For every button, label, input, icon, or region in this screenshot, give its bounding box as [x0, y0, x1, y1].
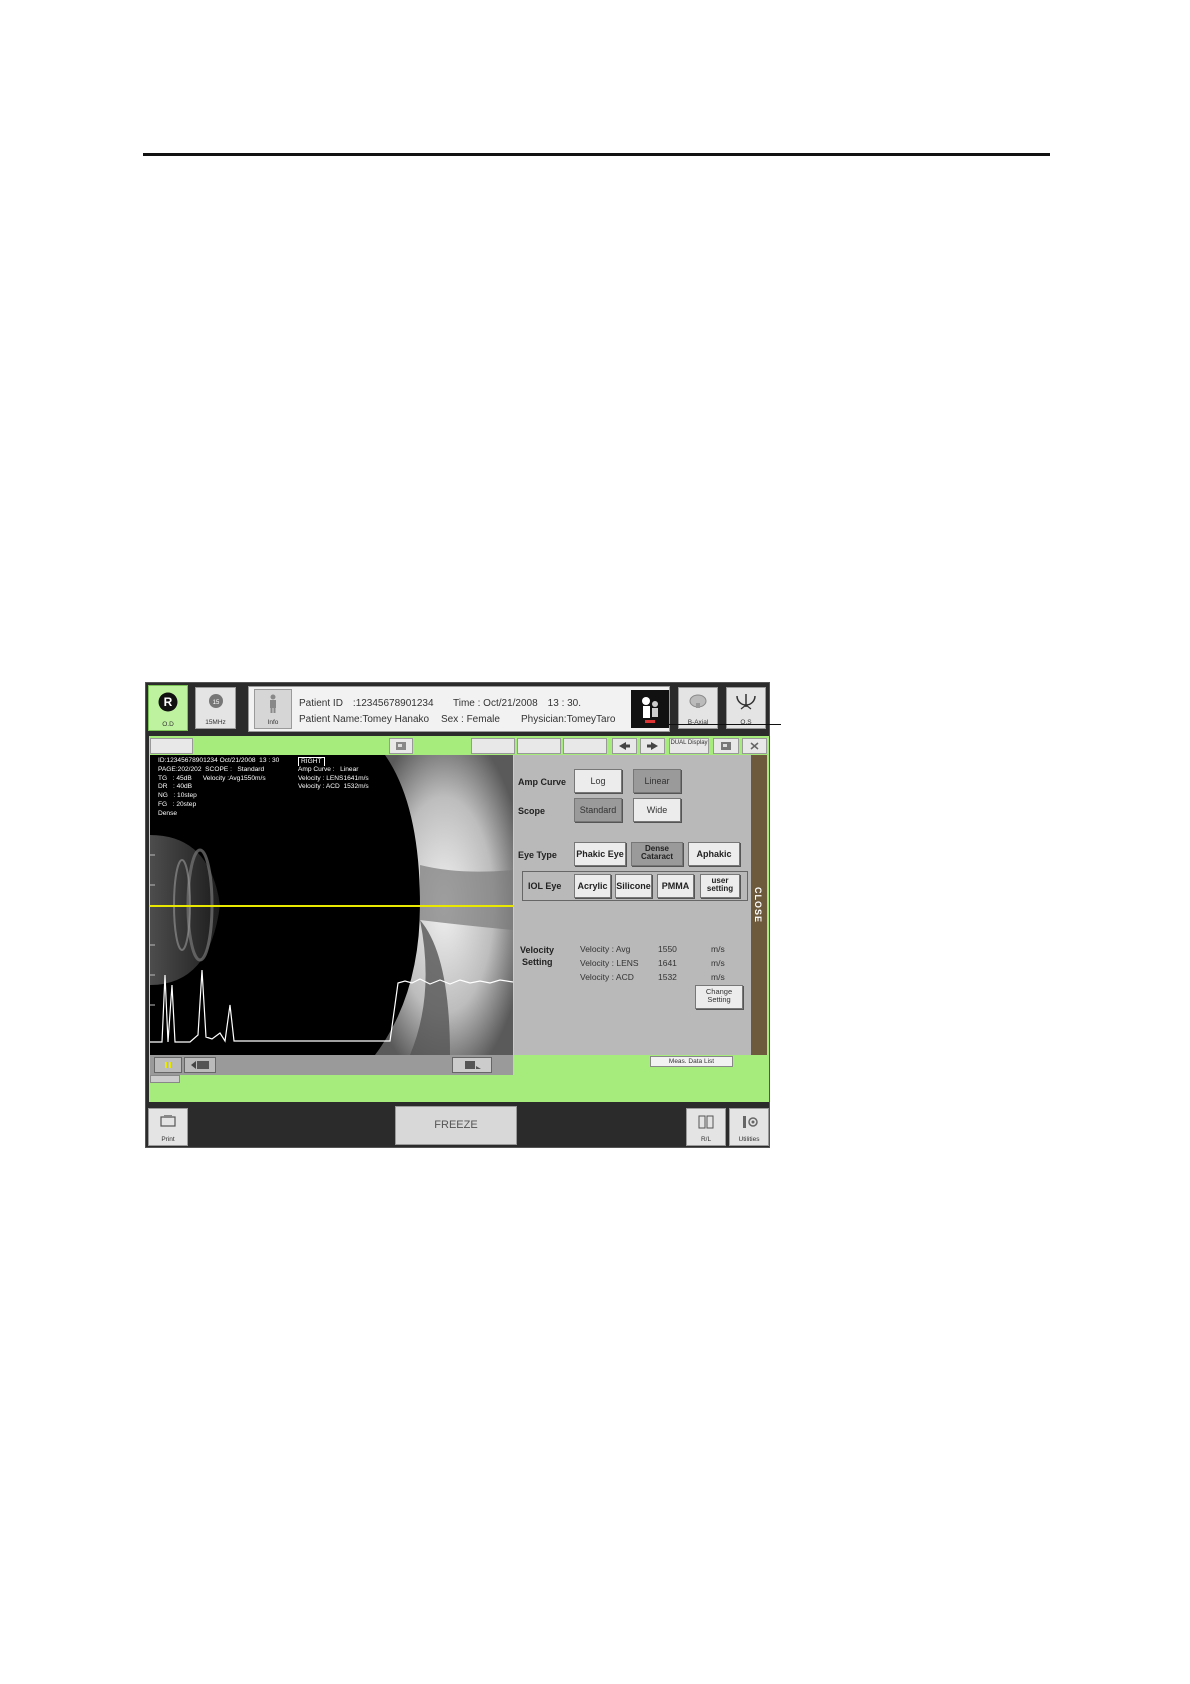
os-button[interactable]: O.S: [726, 687, 766, 729]
operator-icon[interactable]: [631, 690, 669, 728]
user-setting-button[interactable]: user setting: [700, 874, 740, 898]
info-label: Info: [267, 719, 279, 726]
velocity-avg-value: 1550: [658, 944, 677, 954]
image-tab-3[interactable]: [517, 738, 561, 754]
arrow-left-icon: [619, 742, 630, 750]
patient-id: Patient ID :12345678901234: [299, 698, 434, 709]
velocity-acd-unit: m/s: [711, 972, 725, 982]
dual-display-button[interactable]: DUAL Display: [669, 738, 709, 754]
pause-icon: [165, 1062, 171, 1068]
pause-button[interactable]: [154, 1057, 182, 1073]
print-label: Print: [161, 1136, 175, 1143]
page-header-rule: [143, 153, 1050, 156]
physician: Physician:TomeyTaro: [521, 714, 616, 725]
next-page-button[interactable]: [640, 738, 665, 754]
image-tab-1[interactable]: [150, 738, 193, 754]
print-icon: [160, 1115, 176, 1127]
settings-panel: Amp Curve Log Linear Scope Standard Wide…: [514, 755, 751, 1055]
image-tab-2[interactable]: [471, 738, 515, 754]
ultrasound-screen: R O.D 15 15MHz Info Patient ID :12345678…: [145, 682, 770, 1148]
rl-switch-icon: [698, 1115, 714, 1129]
b-axial-button[interactable]: B-Axial: [678, 687, 718, 729]
velocity-lens-value: 1641: [658, 958, 677, 968]
cine-button[interactable]: [184, 1057, 216, 1073]
phakic-eye-button[interactable]: Phakic Eye: [574, 842, 626, 866]
meas-data-list-button[interactable]: Meas. Data List: [650, 1056, 733, 1067]
velocity-acd-name: Velocity : ACD: [580, 972, 634, 982]
close-icon: [750, 742, 759, 750]
save-icon: [465, 1061, 481, 1069]
amp-log-button[interactable]: Log: [574, 769, 622, 793]
overlay-left-block: PAGE:202/202 SCOPE : Standard TG : 45dB …: [158, 766, 266, 817]
scope-standard-button[interactable]: Standard: [574, 798, 622, 822]
velocity-lens-unit: m/s: [711, 958, 725, 968]
velocity-label-1: Velocity: [520, 945, 555, 955]
amp-linear-button[interactable]: Linear: [633, 769, 681, 793]
acrylic-button[interactable]: Acrylic: [574, 874, 611, 898]
callout-line: [651, 724, 781, 725]
b-scan-image: ID:12345678901234 Oct/21/2008 13 : 30 RI…: [150, 755, 513, 1055]
patient-name: Patient Name:Tomey Hanako: [299, 714, 430, 725]
velocity-avg-unit: m/s: [711, 944, 725, 954]
delete-button[interactable]: [742, 738, 767, 754]
od-button[interactable]: R O.D: [148, 685, 188, 731]
probe-icon: 15: [208, 694, 223, 708]
arrow-right-icon: [647, 742, 658, 750]
expand-icon: [396, 742, 406, 750]
patient-info-panel: Info Patient ID :12345678901234 Time : O…: [248, 686, 670, 732]
person-icon: [270, 694, 276, 713]
exam-time: Time : Oct/21/2008 13 : 30.: [453, 698, 582, 709]
probe-badge: 15: [212, 700, 219, 706]
change-setting-button[interactable]: Change Setting: [695, 985, 743, 1009]
prev-page-button[interactable]: [612, 738, 637, 754]
dense-cataract-button[interactable]: Dense Cataract: [631, 842, 683, 866]
freeze-button[interactable]: FREEZE: [395, 1106, 517, 1145]
silicone-button[interactable]: Silicone: [615, 874, 652, 898]
scroll-slider[interactable]: [150, 1075, 180, 1083]
overlay-header: ID:12345678901234 Oct/21/2008 13 : 30: [158, 757, 280, 764]
iol-eye-label: IOL Eye: [528, 881, 562, 891]
utilities-button[interactable]: Utilities: [729, 1108, 769, 1146]
aphakic-button[interactable]: Aphakic: [688, 842, 740, 866]
rl-label: R/L: [700, 1136, 712, 1143]
amp-curve-label: Amp Curve: [518, 777, 567, 787]
probe-label: 15MHz: [205, 719, 226, 726]
image-tab-4[interactable]: [563, 738, 607, 754]
b-axial-icon: [689, 694, 707, 708]
velocity-avg-name: Velocity : Avg: [580, 944, 631, 954]
eye-type-label: Eye Type: [518, 850, 557, 860]
close-label: CLOSE: [753, 887, 763, 924]
scope-label: Scope: [518, 806, 546, 816]
utilities-label: Utilities: [738, 1136, 760, 1143]
velocity-acd-value: 1532: [658, 972, 677, 982]
overlay-right-block: Amp Curve : Linear Velocity : LENS1641m/…: [296, 766, 371, 793]
image-save-button[interactable]: [452, 1057, 492, 1073]
cine-icon: [191, 1061, 209, 1069]
velocity-label-2: Setting: [522, 957, 553, 967]
velocity-lens-name: Velocity : LENS: [580, 958, 639, 968]
od-label: O.D: [162, 721, 174, 728]
info-button[interactable]: Info: [254, 689, 292, 729]
svg-text:R: R: [164, 695, 173, 709]
right-eye-icon: R: [158, 692, 178, 712]
pmma-button[interactable]: PMMA: [657, 874, 694, 898]
scope-wide-button[interactable]: Wide: [633, 798, 681, 822]
wrench-gear-icon: [743, 1116, 758, 1128]
rl-button[interactable]: R/L: [686, 1108, 726, 1146]
monitor-icon: [721, 742, 731, 750]
patient-sex: Sex : Female: [441, 714, 500, 725]
probe-15mhz-button[interactable]: 15 15MHz: [195, 687, 236, 729]
save-image-button[interactable]: [713, 738, 739, 754]
left-eye-icon: [736, 694, 756, 710]
close-panel-tab[interactable]: CLOSE: [751, 755, 767, 1055]
image-expand-button[interactable]: [389, 738, 413, 754]
print-button[interactable]: Print: [148, 1108, 188, 1146]
